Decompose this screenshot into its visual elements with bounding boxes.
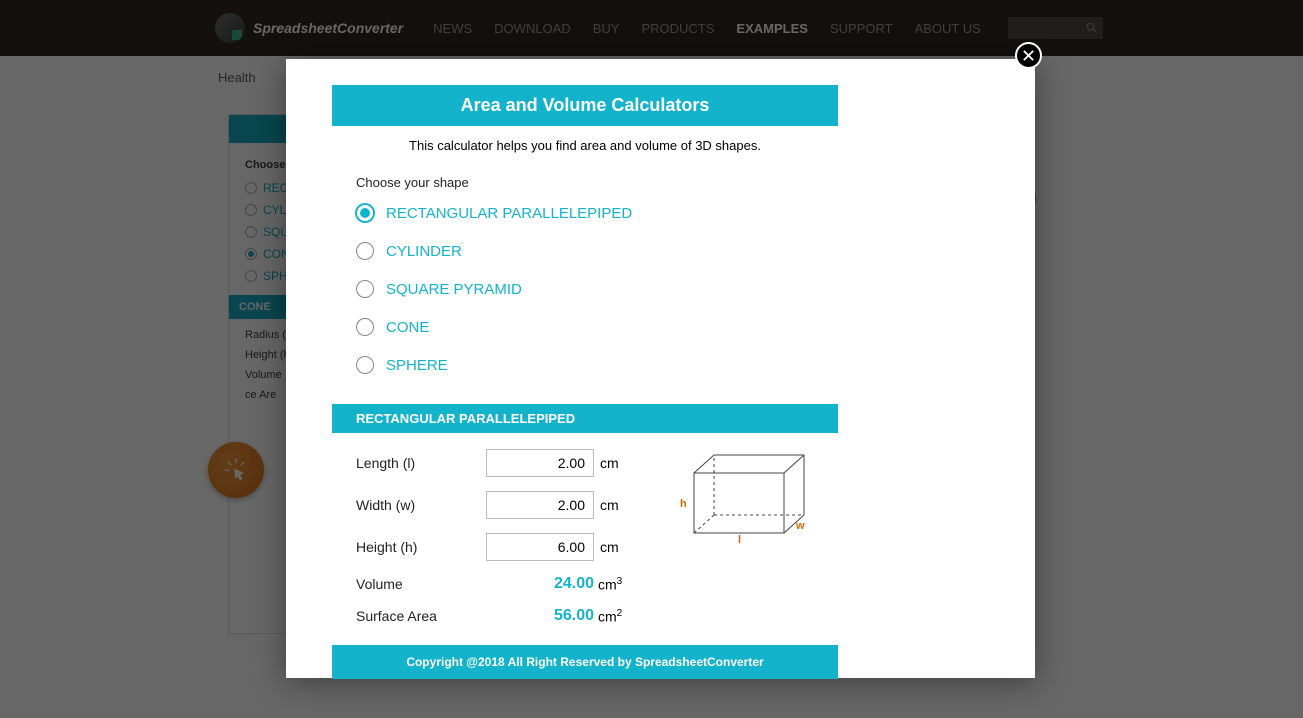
width-label: Width (w) <box>356 497 486 513</box>
height-unit: cm <box>600 539 619 555</box>
modal-footer: Copyright @2018 All Right Reserved by Sp… <box>332 645 838 679</box>
close-icon <box>1022 49 1035 62</box>
radio-icon <box>356 356 374 374</box>
calculator-modal: Area and Volume Calculators This calcula… <box>286 59 1035 678</box>
choose-shape-label: Choose your shape <box>356 175 814 190</box>
svg-text:l: l <box>738 534 741 545</box>
shape-option-label: SQUARE PYRAMID <box>386 281 522 298</box>
shape-option-cone[interactable]: CONE <box>356 318 814 336</box>
width-input[interactable] <box>486 491 594 519</box>
area-unit: cm2 <box>598 608 622 625</box>
shape-option-label: CONE <box>386 319 429 336</box>
modal-subtitle: This calculator helps you find area and … <box>332 126 838 159</box>
area-value: 56.00 <box>486 607 594 625</box>
shape-option-sphere[interactable]: SPHERE <box>356 356 814 374</box>
volume-unit: cm3 <box>598 576 622 593</box>
shape-option-label: SPHERE <box>386 357 448 374</box>
close-button[interactable] <box>1015 42 1042 69</box>
shape-option-square-pyramid[interactable]: SQUARE PYRAMID <box>356 280 814 298</box>
volume-value: 24.00 <box>486 575 594 593</box>
shape-option-cylinder[interactable]: CYLINDER <box>356 242 814 260</box>
shape-section-heading: RECTANGULAR PARALLELEPIPED <box>332 404 838 433</box>
area-label: Surface Area <box>356 608 486 624</box>
shape-option-label: CYLINDER <box>386 243 462 260</box>
radio-icon <box>356 280 374 298</box>
radio-icon <box>356 242 374 260</box>
length-input[interactable] <box>486 449 594 477</box>
svg-text:h: h <box>680 498 687 510</box>
length-label: Length (l) <box>356 455 486 471</box>
modal-title: Area and Volume Calculators <box>332 85 838 126</box>
shape-option-rect[interactable]: RECTANGULAR PARALLELEPIPED <box>356 204 814 222</box>
volume-label: Volume <box>356 576 486 592</box>
shape-option-label: RECTANGULAR PARALLELEPIPED <box>386 205 632 222</box>
length-unit: cm <box>600 455 619 471</box>
width-unit: cm <box>600 497 619 513</box>
radio-icon <box>356 204 374 222</box>
svg-text:w: w <box>795 520 805 532</box>
cuboid-icon: h w l <box>674 445 814 545</box>
height-label: Height (h) <box>356 539 486 555</box>
cuboid-diagram: h w l <box>674 445 814 545</box>
radio-icon <box>356 318 374 336</box>
height-input[interactable] <box>486 533 594 561</box>
